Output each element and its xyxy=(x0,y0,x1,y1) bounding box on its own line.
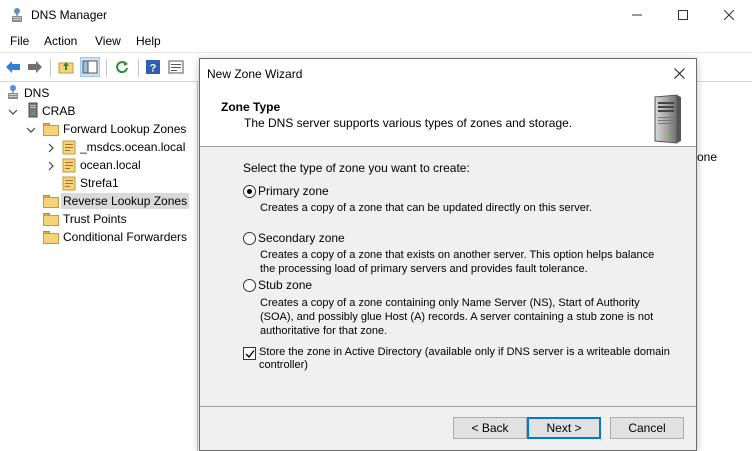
dialog-title: New Zone Wizard xyxy=(207,67,303,81)
tree-item-label: Reverse Lookup Zones xyxy=(61,193,190,209)
server-icon xyxy=(28,102,38,121)
chevron-right-icon[interactable] xyxy=(46,142,56,153)
next-button[interactable]: Next > xyxy=(527,417,601,439)
zone-file-icon xyxy=(62,139,76,155)
tree-item-label: Strefa1 xyxy=(80,176,119,190)
wizard-body: Select the type of zone you want to crea… xyxy=(200,148,696,406)
primary-zone-description: Creates a copy of a zone that can be upd… xyxy=(260,202,593,214)
store-in-ad-checkbox[interactable] xyxy=(243,347,256,360)
tree-item-crab[interactable]: CRAB xyxy=(8,102,75,120)
menu-file[interactable]: File xyxy=(10,34,29,48)
menu-action[interactable]: Action xyxy=(44,34,77,48)
menu-bar: File Action View Help xyxy=(0,30,752,52)
secondary-zone-description: Creates a copy of a zone that exists on … xyxy=(260,249,655,275)
properties-icon[interactable] xyxy=(166,57,186,77)
tree-item-label: CRAB xyxy=(42,104,76,118)
radio-button[interactable] xyxy=(243,278,256,292)
folder-icon xyxy=(43,122,59,136)
divider xyxy=(200,406,696,407)
stub-zone-radio[interactable]: Stub zone xyxy=(243,278,312,292)
server-tower-icon xyxy=(647,93,685,145)
menu-view[interactable]: View xyxy=(95,34,121,48)
primary-zone-radio[interactable]: Primary zone xyxy=(243,184,329,198)
refresh-icon[interactable] xyxy=(112,57,132,77)
wizard-page-title: Zone Type xyxy=(221,100,281,114)
chevron-down-icon[interactable] xyxy=(8,106,18,116)
radio-button[interactable] xyxy=(243,231,256,245)
new-zone-wizard-dialog: New Zone Wizard Zone Type The DNS server… xyxy=(199,58,697,451)
results-pane-text: one xyxy=(697,150,718,164)
wizard-page-subtitle: The DNS server supports various types of… xyxy=(244,116,573,130)
maximize-button[interactable] xyxy=(660,0,706,30)
help-icon[interactable]: ? xyxy=(143,57,163,77)
console-tree: DNS CRAB Forward Lookup Zones _msdcs.oce… xyxy=(0,82,198,451)
tree-item-label: ocean.local xyxy=(80,158,141,172)
store-in-ad-label: Store the zone in Active Directory (avai… xyxy=(259,346,670,371)
stub-zone-description: Creates a copy of a zone containing only… xyxy=(260,297,654,337)
back-button[interactable]: < Back xyxy=(453,417,527,439)
radio-button-selected[interactable] xyxy=(243,184,256,198)
svg-text:?: ? xyxy=(150,63,157,75)
dialog-close-button[interactable] xyxy=(668,63,690,83)
zone-type-prompt: Select the type of zone you want to crea… xyxy=(243,161,470,175)
tree-item-dns[interactable]: DNS xyxy=(6,84,49,102)
radio-label: Primary zone xyxy=(258,184,329,198)
tree-item-label: Forward Lookup Zones xyxy=(63,122,187,136)
tree-item-zone-msdcs[interactable]: _msdcs.ocean.local xyxy=(46,138,185,156)
tree-item-forward-lookup-zones[interactable]: Forward Lookup Zones xyxy=(26,120,186,138)
radio-label: Stub zone xyxy=(258,278,313,292)
title-bar: DNS Manager xyxy=(0,0,752,30)
folder-icon xyxy=(43,230,59,244)
tree-item-zone-strefa1[interactable]: Strefa1 xyxy=(62,174,119,192)
folder-icon xyxy=(43,212,59,226)
up-folder-icon[interactable] xyxy=(56,57,76,77)
wizard-header: Zone Type The DNS server supports variou… xyxy=(200,87,696,147)
tree-item-label: DNS xyxy=(24,86,50,100)
chevron-right-icon[interactable] xyxy=(46,160,56,171)
minimize-button[interactable] xyxy=(614,0,660,30)
radio-label: Secondary zone xyxy=(258,231,345,245)
folder-icon xyxy=(43,194,59,208)
tree-item-label: Conditional Forwarders xyxy=(63,230,188,244)
checkmark-icon xyxy=(245,349,255,358)
zone-file-icon xyxy=(62,157,76,173)
chevron-down-icon[interactable] xyxy=(26,124,36,134)
back-arrow-icon[interactable] xyxy=(3,57,23,77)
dialog-title-bar: New Zone Wizard xyxy=(200,59,696,87)
tree-item-label: Trust Points xyxy=(63,212,127,226)
menu-help[interactable]: Help xyxy=(136,34,161,48)
tree-item-reverse-lookup-zones[interactable]: Reverse Lookup Zones xyxy=(43,192,190,210)
forward-arrow-icon[interactable] xyxy=(25,57,45,77)
dns-icon xyxy=(6,84,20,103)
zone-file-icon xyxy=(62,175,76,191)
tree-item-conditional-forwarders[interactable]: Conditional Forwarders xyxy=(43,228,187,246)
tree-item-trust-points[interactable]: Trust Points xyxy=(43,210,127,228)
secondary-zone-radio[interactable]: Secondary zone xyxy=(243,231,345,245)
window-title: DNS Manager xyxy=(31,8,108,22)
dns-manager-icon xyxy=(9,7,25,23)
tree-item-zone-ocean-local[interactable]: ocean.local xyxy=(46,156,141,174)
cancel-button[interactable]: Cancel xyxy=(610,417,684,439)
close-button[interactable] xyxy=(706,0,752,30)
store-in-ad-checkbox-row[interactable]: Store the zone in Active Directory (avai… xyxy=(243,346,679,372)
tree-item-label: _msdcs.ocean.local xyxy=(80,140,186,154)
show-hide-tree-icon[interactable] xyxy=(80,57,100,77)
